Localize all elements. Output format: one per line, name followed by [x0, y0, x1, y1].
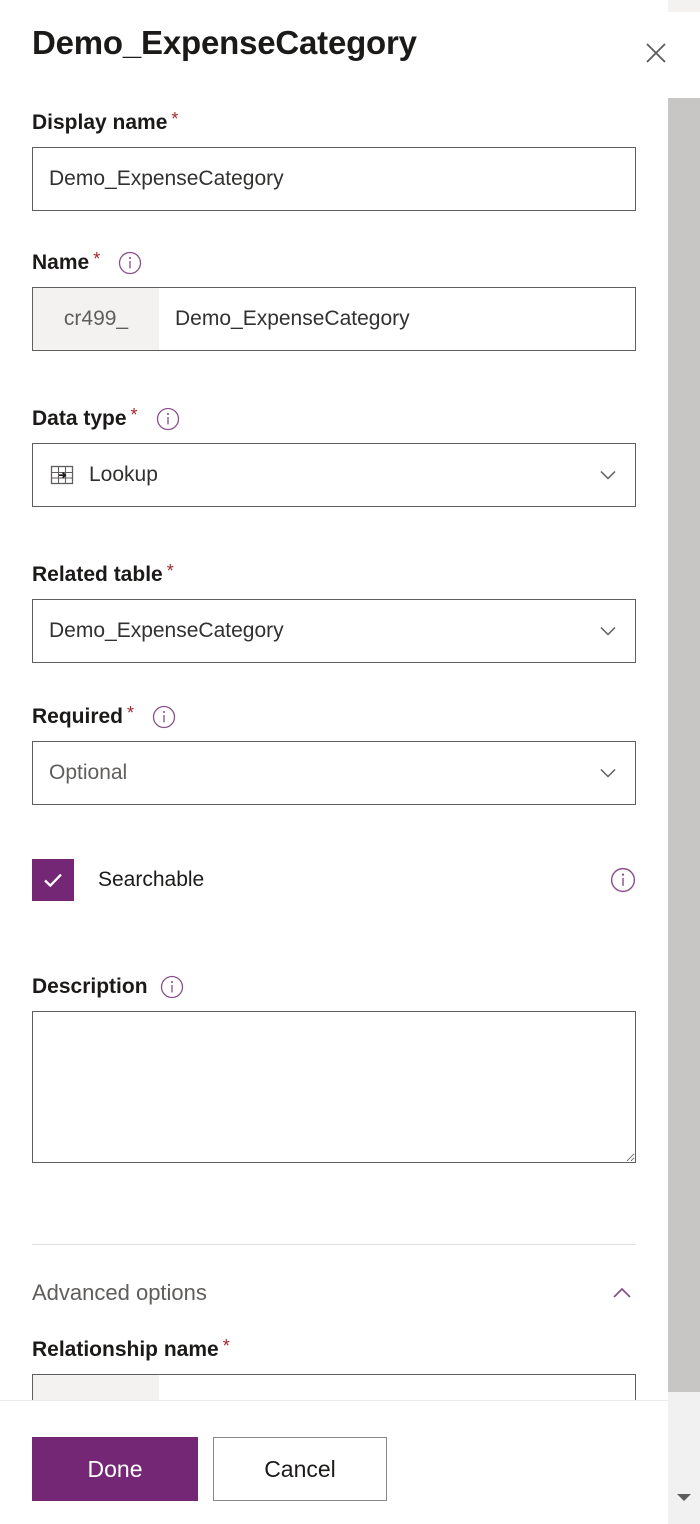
- searchable-checkbox[interactable]: [32, 859, 74, 901]
- panel-footer: Done Cancel: [0, 1400, 668, 1524]
- info-icon[interactable]: [152, 705, 176, 729]
- field-required: Required * Optional: [32, 702, 636, 805]
- data-type-dropdown[interactable]: Lookup: [32, 443, 636, 507]
- data-type-value: Lookup: [89, 463, 158, 486]
- chevron-down-icon: [597, 762, 619, 784]
- scroll-down-arrow-icon[interactable]: [668, 1482, 700, 1512]
- chevron-down-icon: [597, 464, 619, 486]
- name-input[interactable]: [159, 288, 635, 350]
- relationship-name-label: Relationship name: [32, 1338, 219, 1361]
- field-label-row: Relationship name *: [32, 1335, 636, 1365]
- required-asterisk: *: [127, 703, 135, 723]
- info-icon[interactable]: [160, 975, 184, 999]
- name-prefix: cr499_: [33, 288, 159, 350]
- info-icon[interactable]: [610, 867, 636, 893]
- description-label: Description: [32, 975, 148, 998]
- required-asterisk: *: [166, 561, 174, 581]
- required-asterisk: *: [171, 109, 179, 129]
- done-button[interactable]: Done: [32, 1437, 198, 1501]
- info-icon[interactable]: [156, 407, 180, 431]
- field-label-row: Description: [32, 972, 636, 1002]
- field-name: Name * cr499_: [32, 248, 636, 351]
- description-textarea[interactable]: [32, 1011, 636, 1163]
- required-label: Required: [32, 705, 124, 728]
- field-description: Description: [32, 972, 636, 1168]
- field-label-row: Display name *: [32, 108, 636, 138]
- page-title: Demo_ExpenseCategory: [32, 24, 417, 61]
- field-related-table: Related table * Demo_ExpenseCategory: [32, 560, 636, 663]
- cancel-button[interactable]: Cancel: [213, 1437, 387, 1501]
- field-display-name: Display name *: [32, 108, 636, 211]
- info-icon[interactable]: [118, 251, 142, 275]
- data-type-label: Data type: [32, 407, 127, 430]
- name-label: Name: [32, 251, 90, 274]
- relationship-name-prefix: [33, 1375, 159, 1400]
- section-divider: [32, 1244, 636, 1245]
- scrollbar-corner: [668, 0, 700, 12]
- field-label-row: Name *: [32, 248, 636, 278]
- searchable-row: Searchable: [32, 857, 636, 903]
- related-table-value: Demo_ExpenseCategory: [49, 619, 284, 642]
- panel-content: Display name * Name *: [0, 98, 668, 1400]
- related-table-dropdown[interactable]: Demo_ExpenseCategory: [32, 599, 636, 663]
- required-asterisk: *: [222, 1336, 230, 1356]
- field-data-type: Data type * Lookup: [32, 404, 636, 507]
- field-label-row: Data type *: [32, 404, 636, 434]
- required-value: Optional: [49, 761, 128, 784]
- relationship-name-input-group: [32, 1374, 636, 1400]
- searchable-label: Searchable: [98, 868, 205, 891]
- scrollbar-thumb[interactable]: [668, 98, 700, 1392]
- field-label-row: Related table *: [32, 560, 636, 590]
- chevron-down-icon: [597, 620, 619, 642]
- related-table-label: Related table: [32, 563, 163, 586]
- field-relationship-name: Relationship name *: [32, 1335, 636, 1400]
- scrollbar-top-spacer: [668, 0, 700, 98]
- advanced-options-label: Advanced options: [32, 1280, 207, 1305]
- chevron-up-icon: [608, 1279, 636, 1307]
- display-name-label: Display name: [32, 111, 168, 134]
- required-asterisk: *: [130, 405, 138, 425]
- field-label-row: Required *: [32, 702, 636, 732]
- vertical-scrollbar[interactable]: [668, 98, 700, 1524]
- panel-header: Demo_ExpenseCategory: [0, 0, 700, 98]
- lookup-icon: [49, 462, 75, 488]
- required-dropdown[interactable]: Optional: [32, 741, 636, 805]
- required-asterisk: *: [93, 249, 101, 269]
- field-properties-panel: Demo_ExpenseCategory Display name * Demo…: [0, 0, 700, 1524]
- name-input-group: cr499_: [32, 287, 636, 351]
- close-icon: [643, 40, 669, 66]
- advanced-options-toggle[interactable]: Advanced options: [32, 1273, 636, 1313]
- display-name-input[interactable]: [32, 147, 636, 211]
- relationship-name-input[interactable]: [159, 1375, 635, 1400]
